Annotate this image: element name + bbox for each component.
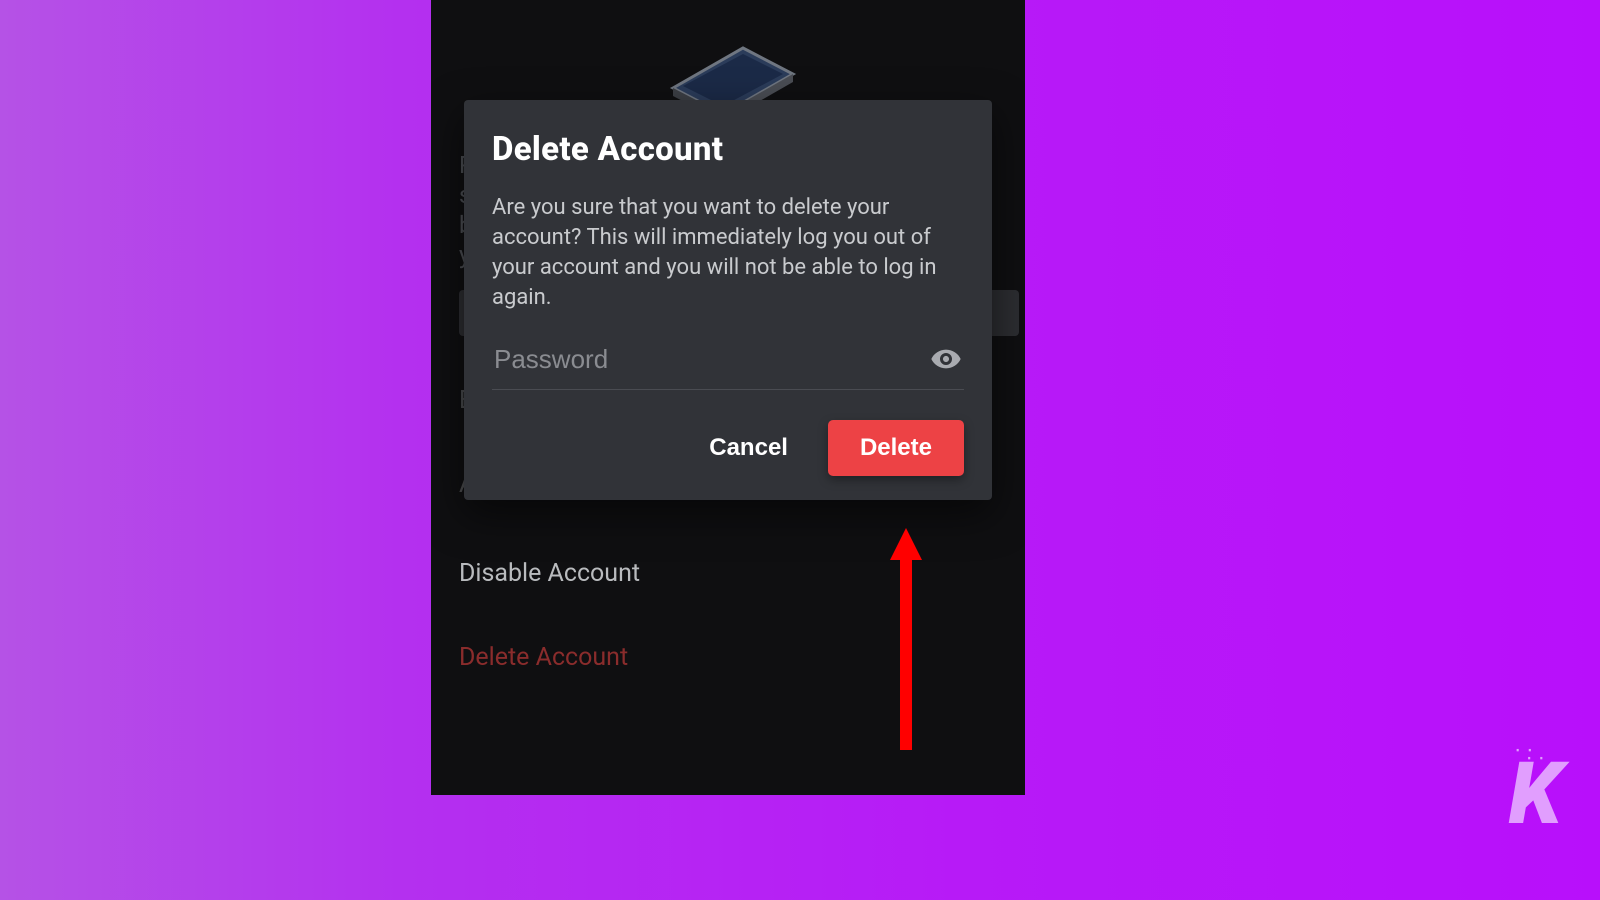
eye-icon[interactable]	[930, 343, 962, 375]
modal-actions: Cancel Delete	[492, 420, 964, 476]
modal-title: Delete Account	[492, 130, 964, 169]
modal-body-text: Are you sure that you want to delete you…	[492, 193, 964, 313]
phone-screenshot: P s b y E A Disable Account Delete Accou…	[431, 0, 1025, 795]
delete-account-row[interactable]: Delete Account	[459, 643, 1005, 672]
password-field[interactable]	[492, 337, 964, 390]
delete-account-modal: Delete Account Are you sure that you wan…	[464, 100, 992, 500]
delete-button[interactable]: Delete	[828, 420, 964, 476]
watermark-letter: K	[1509, 762, 1562, 826]
watermark-logo: ∙∙ ∙∙ K	[1509, 746, 1562, 826]
disable-account-row[interactable]: Disable Account	[459, 559, 1005, 588]
page-canvas: P s b y E A Disable Account Delete Accou…	[0, 0, 1600, 900]
cancel-button[interactable]: Cancel	[709, 434, 788, 462]
password-input[interactable]	[494, 344, 930, 375]
